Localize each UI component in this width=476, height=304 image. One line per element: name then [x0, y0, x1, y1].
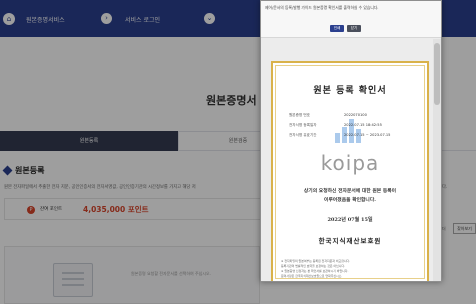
popup-scrollbar[interactable]	[433, 39, 441, 281]
print-button[interactable]: 인쇄	[330, 25, 344, 32]
certificate-title: 원본 등록 확인서	[313, 86, 387, 96]
certificate-popup: 제어/문서의 등록/발행 가이드 원본증명 확인서를 출력하실 수 있습니다. …	[260, 0, 442, 282]
field-value: 2022070100	[344, 113, 367, 117]
certificate-date: 2022년 07월 15일	[327, 217, 373, 223]
field-label: 원본증명 번호	[289, 113, 310, 117]
certificate-body-line: 상기의 요청하신 전자문서에 대한 원본 등록이	[303, 188, 397, 194]
certificate-body-line: 이루어졌음을 확인합니다.	[324, 197, 376, 203]
certificate-field-row: 원본증명 번호 2022070100	[289, 113, 419, 123]
certificate-note: 문의사항은 한국지식재산보호원으로 연락주십시오.	[281, 274, 343, 278]
certificate-body: 상기의 요청하신 전자문서에 대한 원본 등록이 이루어졌음을 확인합니다.	[273, 187, 427, 205]
certificate-notes: ※ 전자파일의 원본여부는 등록된 전자지문과 비교합니다. 등록기관의 법률적…	[281, 259, 421, 279]
field-label: 전자서명 등록일자	[289, 123, 317, 127]
popup-toolbar: 제어/문서의 등록/발행 가이드 원본증명 확인서를 출력하실 수 있습니다. …	[261, 1, 441, 38]
close-button[interactable]: 닫기	[347, 25, 361, 32]
certificate-document: 원본 등록 확인서 원본증명 번호 2022070100 전자서명 등록일자 2…	[271, 61, 429, 281]
issuing-organization: 한국지식재산보호원	[318, 237, 382, 245]
popup-notice: 제어/문서의 등록/발행 가이드 원본증명 확인서를 출력하실 수 있습니다.	[265, 5, 379, 10]
field-value: 2022.07.15 18:42:55	[344, 123, 382, 127]
certificate-fields: 원본증명 번호 2022070100 전자서명 등록일자 2022.07.15 …	[289, 113, 419, 143]
field-value: 2022.07.15 ~ 2023.07.15	[344, 133, 391, 137]
koipa-logo: koipa	[320, 151, 380, 175]
scrollbar-thumb[interactable]	[434, 43, 440, 105]
certificate-field-row: 전자서명 유효기간 2022.07.15 ~ 2023.07.15	[289, 133, 419, 143]
field-label: 전자서명 유효기간	[289, 133, 317, 137]
certificate-field-row: 전자서명 등록일자 2022.07.15 18:42:55	[289, 123, 419, 133]
